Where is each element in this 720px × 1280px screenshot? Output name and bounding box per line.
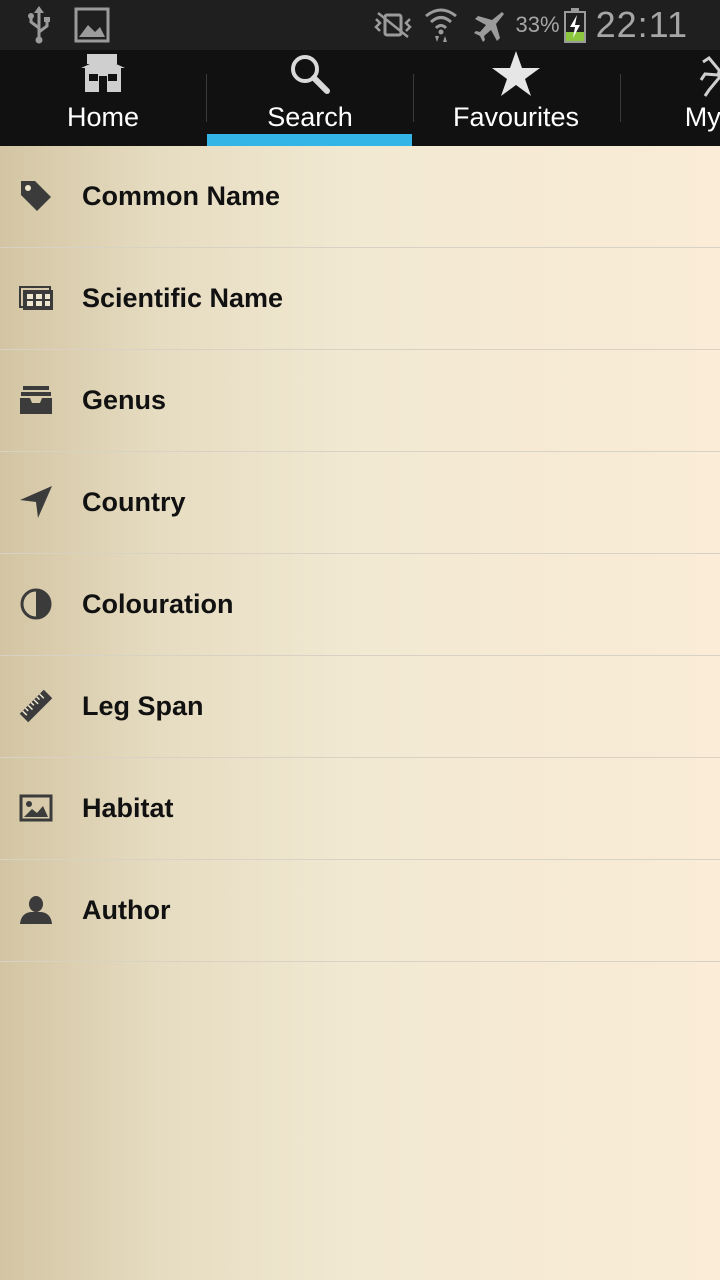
list-item-label: Leg Span bbox=[82, 691, 204, 721]
tab-search[interactable]: Search bbox=[207, 50, 413, 146]
list-item-leg-span[interactable]: Leg Span bbox=[0, 656, 720, 758]
list-item-label: Scientific Name bbox=[82, 283, 284, 313]
ruler-icon bbox=[18, 688, 54, 724]
tab-my-species-label: My Sp bbox=[684, 102, 720, 132]
battery-percent: 33% bbox=[515, 12, 560, 37]
list-item-label: Common Name bbox=[82, 181, 281, 211]
clock: 22:11 bbox=[595, 4, 688, 45]
half-circle-icon bbox=[18, 586, 54, 622]
inbox-icon bbox=[18, 382, 54, 418]
list-item-label: Colouration bbox=[82, 589, 234, 619]
usb-icon bbox=[26, 6, 52, 44]
tab-home-label: Home bbox=[66, 102, 140, 132]
spider-icon bbox=[699, 50, 720, 103]
airplane-mode-icon bbox=[472, 8, 506, 42]
search-icon bbox=[289, 53, 331, 100]
list-item-label: Country bbox=[82, 487, 186, 517]
tab-home[interactable]: Home bbox=[0, 50, 206, 146]
home-icon bbox=[81, 53, 125, 99]
list-item-label: Author bbox=[82, 895, 171, 925]
battery-charging-icon bbox=[563, 7, 586, 43]
list-item-habitat[interactable]: Habitat bbox=[0, 758, 720, 860]
list-item-label: Habitat bbox=[82, 793, 174, 823]
list-item-common-name[interactable]: Common Name bbox=[0, 146, 720, 248]
cards-icon bbox=[18, 280, 54, 316]
gallery-icon bbox=[74, 7, 110, 43]
list-item-scientific-name[interactable]: Scientific Name bbox=[0, 248, 720, 350]
tab-favourites-label: Favourites bbox=[452, 102, 580, 132]
tab-search-label: Search bbox=[267, 102, 353, 132]
tag-icon bbox=[18, 178, 54, 214]
person-icon bbox=[18, 892, 54, 928]
location-arrow-icon bbox=[18, 484, 54, 520]
list-item-genus[interactable]: Genus bbox=[0, 350, 720, 452]
star-icon bbox=[491, 50, 541, 103]
tab-my-species[interactable]: My Sp bbox=[620, 50, 720, 146]
selected-tab-indicator bbox=[207, 134, 412, 146]
list-item-author[interactable]: Author bbox=[0, 860, 720, 962]
tab-bar: Home Search Favourites My bbox=[0, 50, 720, 146]
list-item-country[interactable]: Country bbox=[0, 452, 720, 554]
search-field-list: Common Name Scientific Name Genus Countr… bbox=[0, 146, 720, 1280]
tab-favourites[interactable]: Favourites bbox=[413, 50, 619, 146]
status-bar: 33% 22:11 bbox=[0, 0, 720, 50]
picture-icon bbox=[18, 790, 54, 826]
wifi-icon bbox=[424, 6, 458, 44]
list-item-colouration[interactable]: Colouration bbox=[0, 554, 720, 656]
vibrate-icon bbox=[373, 11, 412, 39]
list-item-label: Genus bbox=[82, 385, 167, 415]
